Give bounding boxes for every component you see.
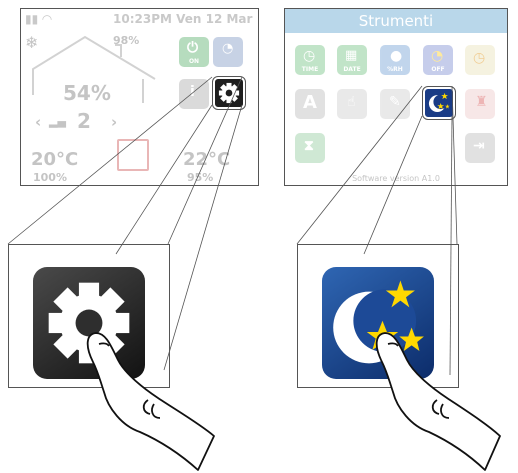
pointing-hand-right-icon: [375, 332, 501, 471]
right-connector-lines: [296, 85, 458, 376]
left-connector-lines: [7, 76, 243, 371]
callout-lines-and-hands: [7, 76, 501, 471]
pointing-hand-left-icon: [86, 332, 215, 471]
